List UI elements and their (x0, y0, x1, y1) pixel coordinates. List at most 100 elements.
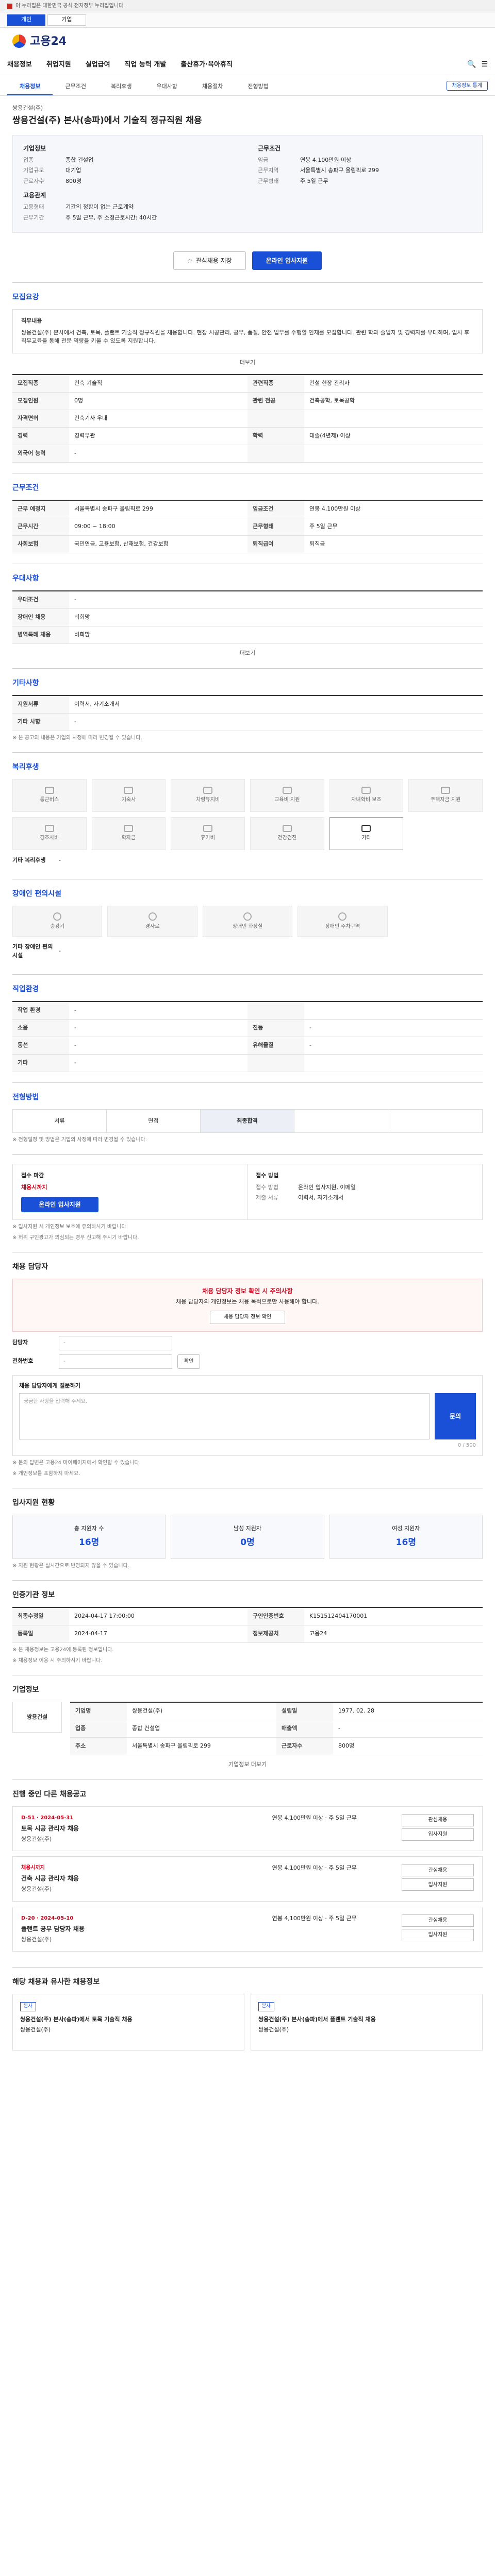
more-link[interactable]: 더보기 (12, 359, 483, 367)
job-card[interactable]: 채용시까지 건축 시공 관리자 채용 쌍용건설(주) 연봉 4,100만원 이상 ·… (12, 1856, 483, 1902)
stat-row: 총 지원자 수 16명 남성 지원자 0명 여성 지원자 16명 (12, 1515, 483, 1559)
cell: 이력서, 자기소개서 (69, 696, 483, 714)
apply-online-button[interactable]: 온라인 입사지원 (21, 1197, 98, 1212)
cell (304, 445, 483, 463)
phone-row: 전화번호 - 확인 (12, 1354, 483, 1369)
tab-preference[interactable]: 우대사항 (144, 79, 189, 95)
benefit-label: 휴가비 (201, 835, 215, 841)
child-icon (361, 787, 371, 794)
benefit-label: 기타 (361, 835, 371, 841)
facility-label: 경사로 (145, 923, 160, 929)
job-header: 쌍용건설(주) 쌍용건설(주) 본사(송파)에서 기술직 정규직원 채용 기업정… (12, 96, 483, 242)
kv-val: 종합 건설업 (65, 156, 94, 163)
scrap-button[interactable]: ☆ 관심채용 저장 (173, 251, 246, 270)
name-input[interactable]: - (59, 1335, 172, 1350)
apply-button[interactable]: 온라인 입사지원 (252, 251, 322, 270)
apply-button[interactable]: 입사지원 (401, 1928, 474, 1941)
tab-process[interactable]: 채용절차 (190, 79, 235, 95)
gnb-item-training[interactable]: 직업 능력 개발 (125, 60, 167, 70)
tab-conditions[interactable]: 근무조건 (53, 79, 98, 95)
similar-title[interactable]: 쌍용건설(주) 본사(송파)에서 토목 기술직 채용 (20, 2015, 237, 2024)
tab-benefits[interactable]: 복리후생 (98, 79, 144, 95)
company-name[interactable]: 쌍용건설(주) (12, 104, 483, 113)
corp-more-link[interactable]: 기업정보 더보기 (12, 1760, 483, 1769)
cell-head: 진동 (248, 1020, 304, 1037)
cell: - (333, 1720, 483, 1738)
tab-personal[interactable]: 개인 (7, 14, 46, 26)
cell (304, 410, 483, 428)
scrap-button[interactable]: 관심채용 (401, 1914, 474, 1927)
job-card[interactable]: D-51 · 2024-05-31 토목 시공 관리자 채용 쌍용건설(주) 연봉 … (12, 1806, 483, 1851)
cell-head: 근무시간 (12, 518, 69, 536)
send-button[interactable]: 문의 (435, 1393, 476, 1439)
job-card-title[interactable]: 건축 시공 관리자 채용 (21, 1874, 264, 1883)
job-summary: 기업정보 업종 종합 건설업 기업규모 대기업 근로자수 800명 고용관계 고용형태… (12, 134, 483, 233)
job-card[interactable]: D-20 · 2024-05-10 플랜트 공무 담당자 채용 쌍용건설(주) 연봉… (12, 1906, 483, 1952)
benefit-item: 교육비 지원 (250, 778, 324, 812)
stat-card: 여성 지원자 16명 (329, 1515, 483, 1559)
stat-label: 총 지원자 수 (74, 1525, 104, 1532)
job-card-title[interactable]: 플랜트 공무 담당자 채용 (21, 1924, 264, 1934)
deadline-title: 접수 마감 (21, 1172, 44, 1179)
job-tag: D-51 · 2024-05-31 (21, 1815, 74, 1821)
alert-button[interactable]: 채용 담당자 정보 확인 (209, 1310, 286, 1324)
benefit-item: 휴가비 (171, 817, 245, 850)
char-count: 0 / 500 (457, 1443, 476, 1448)
benefit-label: 기숙사 (121, 797, 136, 803)
scrap-button[interactable]: 관심채용 (401, 1814, 474, 1826)
stats-button[interactable]: 채용정보 통계 (446, 81, 488, 91)
cell-head: 최종수정일 (12, 1608, 69, 1625)
apply-button[interactable]: 입사지원 (401, 1828, 474, 1841)
benefit-extra: 기타 복리후생 - (12, 856, 483, 865)
search-icon[interactable]: 🔍 (467, 59, 476, 70)
alert-title: 채용 담당자 정보 확인 시 주의사항 (202, 1287, 293, 1295)
tab-selection[interactable]: 전형방법 (235, 79, 280, 95)
cell: 건설 현장 관리자 (304, 375, 483, 393)
similar-card[interactable]: 본사 쌍용건설(주) 본사(송파)에서 플랜트 기술직 채용 쌍용건설(주) (251, 1994, 483, 2050)
phone-confirm-button[interactable]: 확인 (177, 1354, 201, 1369)
message-textarea[interactable]: 궁금한 사항을 입력해 주세요. (19, 1393, 430, 1439)
similar-title[interactable]: 쌍용건설(주) 본사(송파)에서 플랜트 기술직 채용 (258, 2015, 475, 2024)
apply-method: 접수 방법 접수 방법 온라인 입사지원, 이메일 제출 서류 이력서, 자기소개서 (248, 1164, 482, 1219)
contact-title: 고용관계 (23, 192, 46, 199)
section-corp: 기업정보 쌍용건설 기업명 쌍용건설(주) 설립일 1977. 02. 28 업종 종합… (12, 1675, 483, 1780)
more-link[interactable]: 더보기 (12, 649, 483, 658)
cell-head: 임금조건 (248, 501, 304, 518)
job-card-title[interactable]: 토목 시공 관리자 채용 (21, 1824, 264, 1833)
gnb-item-unemployment[interactable]: 실업급여 (86, 60, 110, 70)
car-icon (203, 787, 213, 794)
summary-right-title: 근무조건 (258, 144, 281, 152)
similar-badge: 본사 (258, 2002, 274, 2011)
phone-input[interactable]: - (59, 1354, 172, 1369)
cell: 서울특별시 송파구 올림픽로 299 (127, 1738, 276, 1755)
user-type-tabs: 개인 기업 (0, 12, 495, 28)
job-card-company: 쌍용건설(주) (21, 1936, 52, 1943)
benefit-item: 경조사비 (12, 817, 87, 850)
menu-icon[interactable]: ☰ (481, 59, 488, 70)
gnb-item-leave[interactable]: 출산휴가·육아휴직 (180, 60, 233, 70)
reg-note: ※ 채용정보 이용 시 주의하시기 바랍니다. (12, 1658, 103, 1664)
cell-head: 기타 사항 (12, 713, 69, 731)
logo-text[interactable]: 고용24 (30, 33, 67, 50)
cell: 2024-04-17 (69, 1625, 248, 1643)
gnb-item-support[interactable]: 취업지원 (46, 60, 71, 70)
kv-val: 온라인 입사지원, 이메일 (298, 1183, 356, 1191)
job-card-main: D-20 · 2024-05-10 플랜트 공무 담당자 채용 쌍용건설(주) (21, 1914, 264, 1944)
scrap-button[interactable]: 관심채용 (401, 1864, 474, 1876)
cell-head: 모집인원 (12, 393, 69, 410)
gnb-item-jobs[interactable]: 채용정보 (7, 60, 32, 70)
vacation-icon (203, 825, 213, 832)
health-icon (282, 825, 292, 832)
benefit-label: 통근버스 (40, 797, 59, 803)
similar-card[interactable]: 본사 쌍용건설(주) 본사(송파)에서 토목 기술직 채용 쌍용건설(주) (12, 1994, 244, 2050)
apply-button[interactable]: 입사지원 (401, 1878, 474, 1891)
job-card-cond: 연봉 4,100만원 이상 · 주 5일 근무 (272, 1865, 357, 1871)
logo-icon[interactable] (12, 35, 26, 48)
section-other-jobs: 진행 중인 다른 채용공고 D-51 · 2024-05-31 토목 시공 관리자… (12, 1779, 483, 1968)
process-step-active: 최종합격 (201, 1110, 294, 1132)
tab-company[interactable]: 기업 (47, 14, 86, 26)
section-title: 채용 담당자 (12, 1263, 48, 1271)
cell-head: 우대조건 (12, 591, 69, 609)
similar-badge: 본사 (20, 2002, 36, 2011)
tab-job-info[interactable]: 채용정보 (7, 79, 53, 95)
